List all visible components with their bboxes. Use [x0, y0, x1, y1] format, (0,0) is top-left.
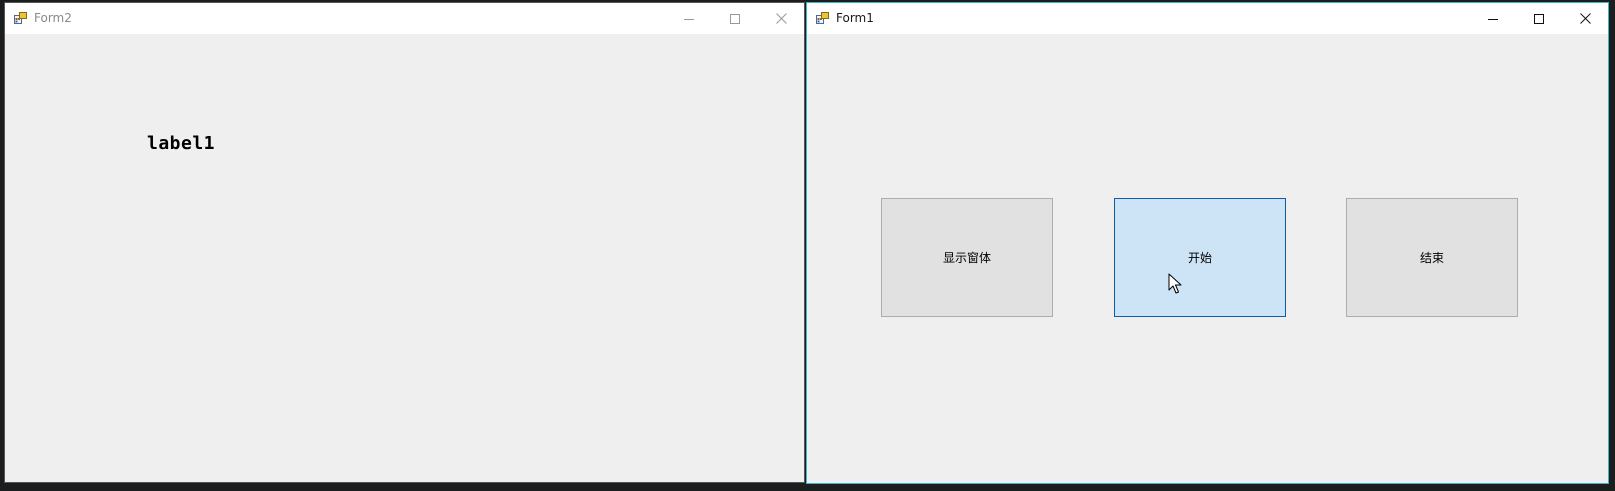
form2-client-area: label1 — [5, 34, 804, 482]
show-form-button[interactable]: 显示窗体 — [881, 198, 1053, 317]
mouse-cursor-icon — [1168, 273, 1182, 294]
minimize-icon — [684, 18, 694, 20]
form1-client-area: 显示窗体 开始 结束 — [807, 34, 1608, 483]
form1-titlebar[interactable]: Form1 — [807, 3, 1608, 34]
label1: label1 — [147, 133, 216, 154]
window-title: Form1 — [836, 11, 874, 25]
form2-titlebar[interactable]: Form2 — [5, 3, 804, 34]
close-button[interactable] — [1562, 3, 1608, 34]
maximize-icon — [730, 13, 740, 24]
minimize-button[interactable] — [666, 3, 712, 34]
minimize-button[interactable] — [1470, 3, 1516, 34]
app-icon — [816, 12, 829, 24]
minimize-icon — [1488, 18, 1498, 20]
form1-window: Form1 显示窗体 开始 结束 — [806, 2, 1609, 484]
desktop: Form2 label1 Form1 显示窗体 开始 结束 — [0, 0, 1615, 491]
maximize-icon — [1534, 13, 1544, 24]
close-button[interactable] — [758, 3, 804, 34]
form2-window: Form2 label1 — [4, 2, 805, 483]
close-icon — [775, 13, 787, 24]
window-title: Form2 — [34, 11, 72, 25]
app-icon — [14, 12, 27, 24]
maximize-button[interactable] — [712, 3, 758, 34]
close-icon — [1579, 13, 1591, 24]
maximize-button[interactable] — [1516, 3, 1562, 34]
start-button[interactable]: 开始 — [1114, 198, 1286, 317]
end-button[interactable]: 结束 — [1346, 198, 1518, 317]
